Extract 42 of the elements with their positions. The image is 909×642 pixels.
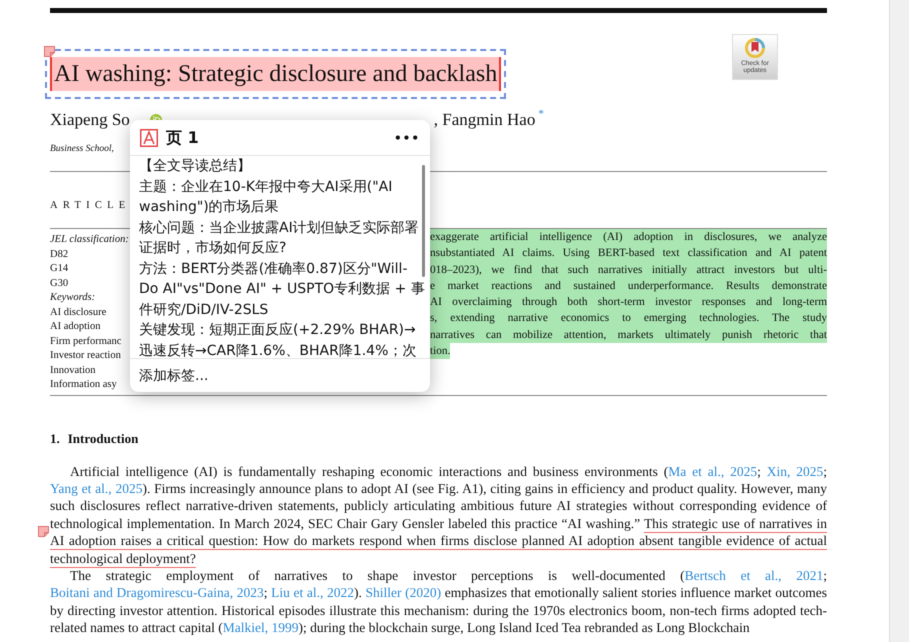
note-icon[interactable] bbox=[44, 46, 55, 57]
citation-link[interactable]: Bertsch et al., 2021 bbox=[684, 568, 824, 583]
keyword-item: AI adoption bbox=[50, 320, 100, 334]
citation-link[interactable]: Xin, 2025 bbox=[766, 464, 824, 478]
citation-link[interactable]: Shiller (2020) bbox=[365, 585, 442, 600]
more-button[interactable]: ••• bbox=[394, 128, 420, 146]
summary-text: 主题：企业在10-K年报中夸大AI采用("AI washing")的市场后果 bbox=[139, 178, 394, 217]
keyword-item: Information asy bbox=[50, 378, 117, 392]
keyword-item: G14 bbox=[50, 262, 68, 276]
footnote-mark[interactable]: * bbox=[538, 109, 544, 120]
note-icon[interactable] bbox=[38, 526, 49, 537]
annotation-icon bbox=[140, 128, 158, 146]
body-paragraph: The strategic employment of narratives to shape investor perceptions is well-documented (Bertsch et al., 2021; Boitani and Dragomirescu-Gaina, 2023; Liu et al., 2022). Shiller (2020) emphasizes that emotionally salient stories influence market outcomes by directing investor attention. Historical episodes illustrate this mechanism: during the 1970s electronics boom, non-tech firms adopted tech-related names to attract capital (Malkiel, 1999); during the blockchain surge, Long Island Iced Tea rebranded as Long Blockchain bbox=[50, 566, 827, 637]
summary-text: 核心问题：当企业披露AI计划但缺乏实际部署证据时，市场如何反应? bbox=[139, 218, 420, 258]
affiliation-text: Business School, bbox=[50, 143, 115, 156]
citation-link[interactable]: Boitani and Dragomirescu-Gaina, 2023 bbox=[50, 585, 264, 600]
citation-link[interactable]: Ma et al., 2025 bbox=[668, 464, 758, 478]
citation-link[interactable]: Liu et al., 2022 bbox=[271, 585, 354, 600]
keyword-item: D82 bbox=[50, 248, 68, 262]
summary-text: 方法：BERT分类器(准确率0.87)区分"Will-Do AI"vs"Done AI" + USPTO专利数据 + 事件研究/DiD/IV-2SLS bbox=[139, 260, 426, 320]
keyword-item: AI disclosure bbox=[50, 306, 106, 320]
author-name[interactable]: Xiapeng So bbox=[50, 109, 130, 131]
add-tag-button[interactable]: 添加标签... bbox=[130, 358, 430, 392]
section-number: 1. bbox=[50, 430, 60, 448]
summary-text: 【全文导读总结】 bbox=[139, 157, 252, 176]
keyword-item: Innovation bbox=[50, 364, 96, 378]
body-paragraph: Artificial intelligence (AI) is fundamentally reshaping economic interactions and business environments (Ma et al., 2025; Xin, 2025; Yang et al., 2025). Firms increasingly announce plans to adopt AI (see Fig. A1), citing gains in efficiency and product quality. However, many such disclosures reflect narrative-driven statements, publicly articulating ambitious future AI strategies without corresponding evidence of technological implementation. In March 2024, SEC Chair Gary Gensler labeled this practice “AI washing.” This strategic use of narratives in AI adoption raises a critical question: How do markets respond when firms disclose planned AI adoption absent tangible evidence of actual technological deployment? bbox=[50, 462, 827, 567]
keyword-item: Firm performanc bbox=[50, 334, 122, 348]
popup-title: 页 1 bbox=[166, 126, 199, 148]
citation-link[interactable]: Malkiel, 1999 bbox=[222, 620, 299, 636]
section-heading: Introduction bbox=[68, 430, 138, 448]
keywords-heading: JEL classification: bbox=[50, 233, 129, 247]
article-title: AI washing: Strategic disclosure and backlash bbox=[50, 57, 502, 91]
author-name[interactable]: , Fangmin Hao bbox=[434, 109, 536, 131]
scrollbar-thumb[interactable] bbox=[422, 165, 425, 277]
section-label: ARTICLE bbox=[50, 199, 130, 214]
citation-link[interactable]: Yang et al., 2025 bbox=[50, 480, 142, 496]
keyword-item: Investor reaction bbox=[50, 349, 121, 363]
keyword-item: G30 bbox=[50, 276, 68, 290]
keywords-heading: Keywords: bbox=[50, 291, 96, 305]
scrollbar-track[interactable] bbox=[889, 0, 909, 642]
summary-text: 关键发现：短期正面反应(+2.29% BHAR)→迅速反转→CAR降1.6%、BHAR降1.4%；次 bbox=[139, 321, 418, 358]
